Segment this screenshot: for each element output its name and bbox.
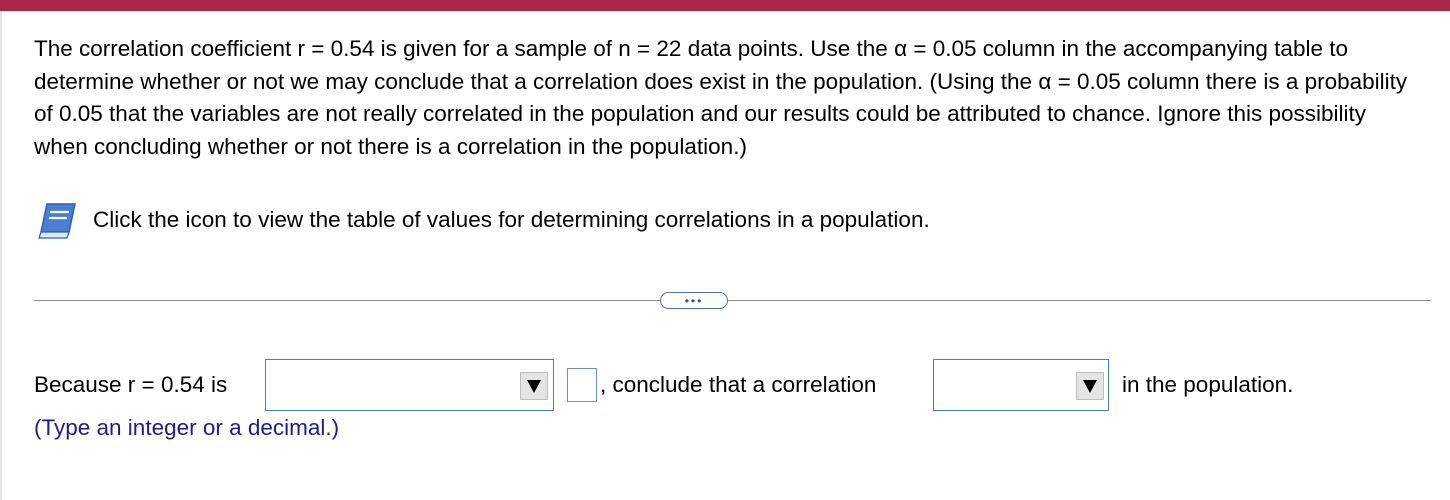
input-hint: (Type an integer or a decimal.) [34, 415, 340, 440]
critical-value-input[interactable] [567, 368, 597, 402]
dropdown-arrow-icon[interactable] [1076, 372, 1104, 400]
table-link-text: Click the icon to view the table of valu… [93, 207, 930, 232]
significance-dropdown[interactable] [265, 359, 554, 411]
answer-middle-text: , conclude that a correlation [600, 372, 877, 397]
top-accent-bar [0, 0, 1450, 11]
table-link-row: Click the icon to view the table of valu… [37, 200, 930, 240]
answer-prefix: Because r = 0.54 is [34, 372, 228, 397]
book-icon[interactable] [37, 200, 79, 240]
expand-more-button[interactable]: ••• [660, 292, 728, 309]
answer-suffix: in the population. [1122, 372, 1294, 397]
left-border [0, 11, 2, 500]
section-divider [34, 300, 1431, 301]
dropdown-arrow-icon[interactable] [520, 372, 548, 400]
correlation-exists-dropdown[interactable] [933, 359, 1109, 411]
question-text: The correlation coefficient r = 0.54 is … [34, 36, 1408, 159]
